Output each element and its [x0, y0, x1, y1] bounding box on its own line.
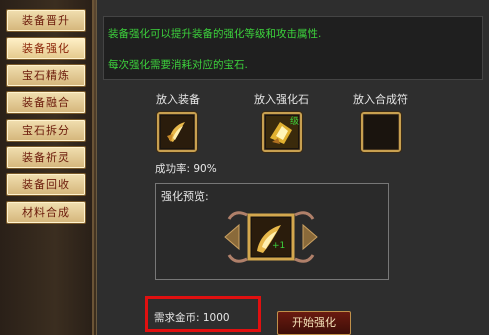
equipment-icon: [161, 116, 193, 148]
preview-bonus: +1: [272, 241, 286, 251]
synth-slot-label: 放入合成符: [353, 93, 408, 106]
tab-gem-refine[interactable]: 宝石精炼: [6, 64, 86, 87]
synth-slot[interactable]: [361, 112, 401, 152]
tab-equip-promote[interactable]: 装备晋升: [6, 9, 86, 32]
stone-level-badge: 级: [289, 117, 299, 127]
stone-slot-label: 放入强化石: [254, 93, 309, 106]
success-rate: 成功率: 90%: [155, 163, 217, 175]
equip-slot-label: 放入装备: [156, 93, 200, 106]
tab-equip-fuse[interactable]: 装备融合: [6, 91, 86, 114]
gold-cost-highlight: 需求金币: 1000: [145, 296, 261, 332]
stone-slot[interactable]: 级: [262, 112, 302, 152]
info-line-2: 每次强化需要消耗对应的宝石.: [108, 59, 248, 71]
tab-material-synth[interactable]: 材料合成: [6, 201, 86, 224]
info-box: 装备强化可以提升装备的强化等级和攻击属性. 每次强化需要消耗对应的宝石.: [103, 16, 483, 80]
enhance-panel: 装备强化可以提升装备的强化等级和攻击属性. 每次强化需要消耗对应的宝石. 放入装…: [96, 0, 489, 335]
equip-slot[interactable]: [157, 112, 197, 152]
gold-cost: 需求金币: 1000: [154, 312, 230, 324]
tab-equip-enhance[interactable]: 装备强化: [6, 37, 86, 60]
preview-frame-ornament: [224, 211, 318, 263]
sidebar: 装备晋升 装备强化 宝石精炼 装备融合 宝石拆分 装备祈灵 装备回收 材料合成: [0, 0, 94, 335]
tab-equip-pray[interactable]: 装备祈灵: [6, 146, 86, 169]
preview-title: 强化预览:: [161, 190, 209, 203]
tab-gem-split[interactable]: 宝石拆分: [6, 119, 86, 142]
tab-equip-recycle[interactable]: 装备回收: [6, 173, 86, 196]
info-line-1: 装备强化可以提升装备的强化等级和攻击属性.: [108, 28, 322, 40]
start-enhance-button[interactable]: 开始强化: [277, 311, 351, 335]
